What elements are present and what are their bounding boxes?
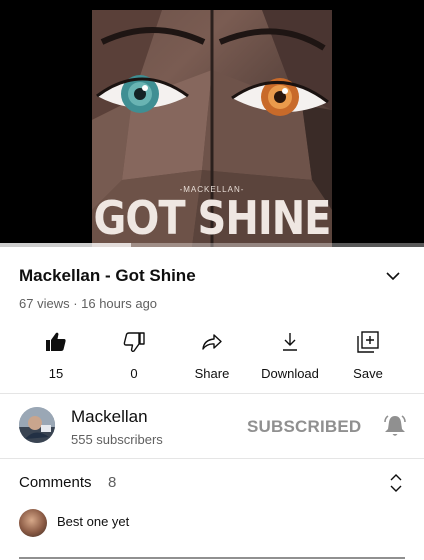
- like-icon: [46, 332, 66, 351]
- subscribed-button[interactable]: SUBSCRIBED: [247, 417, 361, 437]
- download-icon: [283, 333, 297, 351]
- share-label: Share: [194, 366, 230, 381]
- dislike-count: 0: [130, 366, 138, 381]
- video-meta: 67 views · 16 hours ago: [19, 296, 158, 311]
- bell-icon[interactable]: [382, 413, 408, 439]
- download-label: Download: [261, 366, 319, 381]
- video-player[interactable]: -MACKELLAN- GOT SHINE: [0, 0, 424, 247]
- dislike-button[interactable]: 0: [94, 326, 174, 381]
- video-thumbnail: -MACKELLAN- GOT SHINE: [92, 10, 332, 247]
- progress-buffered: [0, 243, 132, 247]
- like-count: 15: [48, 366, 64, 381]
- channel-avatar[interactable]: [19, 407, 55, 443]
- top-comment-text: Best one yet: [57, 514, 130, 529]
- download-button[interactable]: Download: [250, 326, 330, 381]
- comments-label: Comments: [19, 474, 92, 491]
- comments-section[interactable]: Comments 8 Best one yet: [0, 459, 424, 559]
- subscriber-count: 555 subscribers: [71, 432, 163, 447]
- save-icon: [357, 331, 379, 353]
- artwork-title-text: GOT SHINE: [93, 192, 331, 246]
- expand-collapse-icon[interactable]: [390, 474, 402, 492]
- action-bar: 15 0 Share Download Save: [0, 326, 424, 381]
- dislike-icon: [123, 332, 145, 353]
- gesture-bar: [19, 557, 405, 559]
- save-button[interactable]: Save: [328, 326, 408, 381]
- like-button[interactable]: 15: [16, 326, 96, 381]
- channel-name[interactable]: Mackellan: [71, 407, 148, 427]
- video-title-row[interactable]: Mackellan - Got Shine: [19, 266, 409, 288]
- video-title: Mackellan - Got Shine: [19, 266, 196, 285]
- comments-count: 8: [108, 474, 117, 491]
- chevron-down-icon[interactable]: [385, 268, 401, 284]
- progress-bar[interactable]: [0, 243, 424, 247]
- avatar-image: [19, 407, 55, 443]
- share-icon: [202, 334, 222, 350]
- save-label: Save: [353, 366, 383, 381]
- channel-row[interactable]: Mackellan 555 subscribers SUBSCRIBED: [0, 394, 424, 458]
- share-button[interactable]: Share: [172, 326, 252, 381]
- commenter-avatar: [19, 509, 47, 537]
